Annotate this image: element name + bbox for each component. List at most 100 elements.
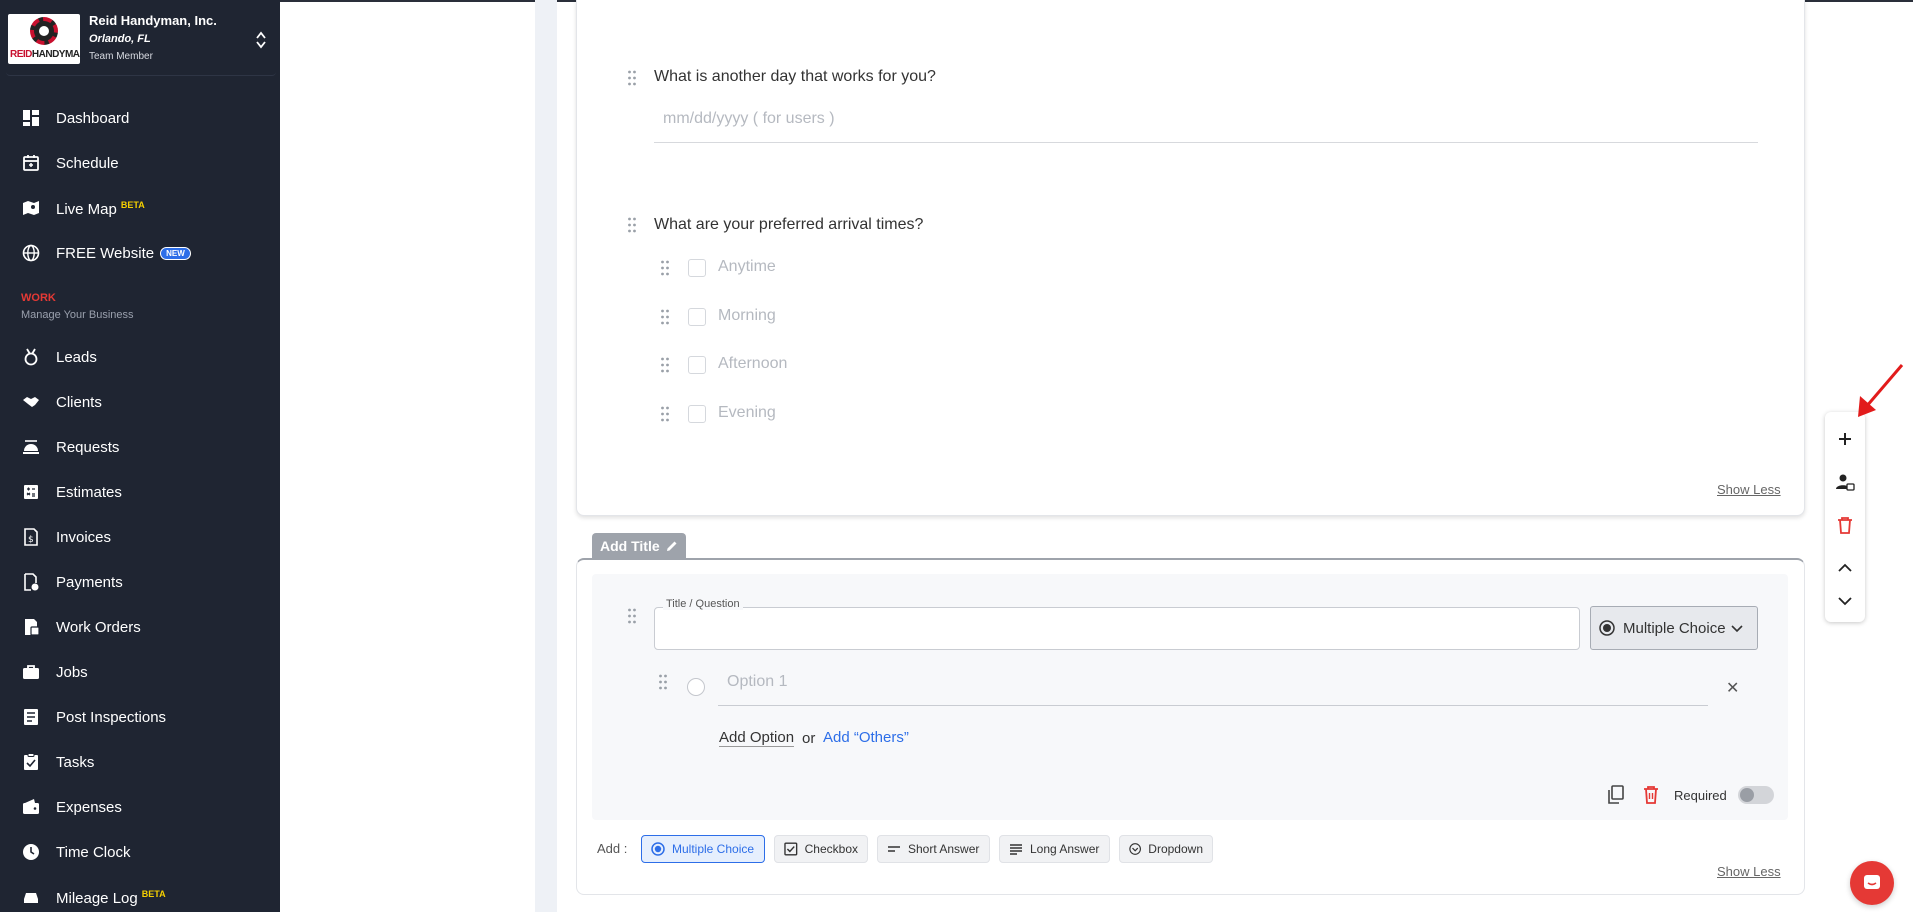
map-icon — [23, 201, 39, 215]
sidebar-item-label: Schedule — [56, 155, 119, 172]
sidebar-item-estimates[interactable]: Estimates — [0, 472, 280, 512]
floating-toolbar — [1825, 412, 1865, 622]
drag-handle-icon[interactable] — [660, 260, 670, 276]
wallet-icon — [23, 799, 39, 814]
option-input-placeholder[interactable]: Option 1 — [727, 673, 787, 691]
sidebar-item-label: FREE Website NEW — [56, 245, 191, 262]
add-checkbox-button[interactable]: Checkbox — [774, 835, 868, 863]
add-bar-label: Add : — [597, 841, 628, 856]
chat-support-button[interactable] — [1850, 861, 1894, 905]
beta-badge: BETA — [141, 889, 166, 899]
sidebar-item-requests[interactable]: Requests — [0, 427, 280, 467]
chevron-down-icon[interactable] — [1835, 591, 1855, 611]
chevron-up-down-icon[interactable] — [256, 30, 266, 50]
sidebar-item-clients[interactable]: Clients — [0, 382, 280, 422]
handshake-icon — [23, 397, 39, 407]
question-title: What is another day that works for you? — [654, 68, 936, 85]
medal-icon — [24, 348, 38, 366]
sidebar-item-post-inspections[interactable]: Post Inspections — [0, 697, 280, 737]
show-less-link[interactable]: Show Less — [1717, 864, 1781, 879]
trash-icon[interactable] — [1642, 785, 1660, 805]
sidebar-item-label: Dashboard — [56, 110, 130, 127]
sidebar-item-work-orders[interactable]: Work Orders — [0, 607, 280, 647]
add-long-answer-button[interactable]: Long Answer — [999, 835, 1110, 863]
required-label: Required — [1674, 788, 1727, 803]
beta-badge: BETA — [120, 200, 145, 210]
company-role: Team Member — [89, 51, 153, 62]
duplicate-icon[interactable] — [1607, 785, 1625, 805]
long-text-icon — [1010, 844, 1022, 855]
sidebar-item-label: Time Clock — [56, 844, 131, 861]
add-others-link[interactable]: Add “Others” — [823, 729, 909, 746]
sidebar-item-expenses[interactable]: Expenses — [0, 787, 280, 827]
question-type-select[interactable]: Multiple Choice — [1590, 606, 1758, 650]
sidebar-item-label: Requests — [56, 439, 120, 456]
add-title-tab[interactable]: Add Title — [592, 533, 686, 558]
sidebar-item-label: Work Orders — [56, 619, 141, 636]
option-label: Anytime — [718, 258, 776, 275]
required-toggle[interactable] — [1738, 786, 1774, 804]
remove-option-icon[interactable]: ✕ — [1726, 678, 1739, 698]
sidebar-item-payments[interactable]: Payments — [0, 562, 280, 602]
show-less-link[interactable]: Show Less — [1717, 482, 1781, 497]
drag-handle-icon[interactable] — [660, 406, 670, 422]
add-title-label: Add Title — [600, 537, 660, 554]
add-option-link[interactable]: Add Option — [719, 729, 795, 747]
drag-handle-icon[interactable] — [627, 217, 637, 233]
calculator-icon — [24, 485, 38, 499]
title-question-input[interactable] — [654, 607, 1580, 650]
option-label: Evening — [718, 404, 776, 421]
date-answer-underline — [654, 142, 1758, 143]
sidebar-item-time-clock[interactable]: Time Clock — [0, 832, 280, 872]
clock-icon — [23, 844, 39, 860]
drag-handle-icon[interactable] — [627, 608, 637, 624]
section-title-work: WORK — [21, 292, 56, 304]
payment-icon — [24, 573, 39, 591]
sidebar-item-free-website[interactable]: FREE Website NEW — [0, 233, 280, 273]
sidebar-item-dashboard[interactable]: Dashboard — [0, 98, 280, 138]
invoice-icon: $ — [24, 528, 38, 546]
drag-handle-icon[interactable] — [658, 674, 668, 690]
sidebar-item-tasks[interactable]: Tasks — [0, 742, 280, 782]
sidebar-item-leads[interactable]: Leads — [0, 337, 280, 377]
sidebar-item-label: Clients — [56, 394, 102, 411]
work-order-icon — [25, 619, 40, 636]
option-radio[interactable] — [687, 678, 705, 696]
add-dropdown-button[interactable]: Dropdown — [1119, 835, 1213, 863]
drag-handle-icon[interactable] — [660, 357, 670, 373]
sidebar-item-label: Payments — [56, 574, 123, 591]
option-checkbox[interactable] — [688, 405, 706, 423]
option-checkbox[interactable] — [688, 259, 706, 277]
add-short-answer-button[interactable]: Short Answer — [877, 835, 990, 863]
sidebar-item-mileage-log[interactable]: Mileage Log BETA — [0, 877, 280, 912]
add-question-icon[interactable] — [1835, 429, 1855, 449]
option-label: Morning — [718, 307, 776, 324]
logo-gear-icon — [30, 17, 58, 45]
sidebar-item-live-map[interactable]: Live Map BETA — [0, 188, 280, 228]
add-multiple-choice-button[interactable]: Multiple Choice — [641, 835, 765, 863]
drag-handle-icon[interactable] — [627, 70, 637, 86]
title-question-label: Title / Question — [663, 598, 743, 610]
radio-icon — [651, 842, 665, 856]
section-subtitle: Manage Your Business — [21, 309, 134, 321]
chevron-up-icon[interactable] — [1835, 558, 1855, 578]
company-switcher[interactable]: REIDHANDYMAN Reid Handyman, Inc. Orlando… — [6, 8, 276, 76]
dashboard-icon — [23, 110, 39, 126]
new-badge: NEW — [160, 247, 191, 260]
drag-handle-icon[interactable] — [660, 309, 670, 325]
sidebar-item-label: Mileage Log BETA — [56, 889, 166, 907]
delete-section-icon[interactable] — [1835, 515, 1855, 535]
concierge-bell-icon — [23, 440, 39, 454]
pencil-icon — [666, 541, 677, 551]
short-text-icon — [888, 846, 900, 852]
option-checkbox[interactable] — [688, 356, 706, 374]
sidebar-item-jobs[interactable]: Jobs — [0, 652, 280, 692]
question-type-value: Multiple Choice — [1623, 619, 1726, 637]
sidebar-item-invoices[interactable]: $ Invoices — [0, 517, 280, 557]
sidebar-item-schedule[interactable]: Schedule — [0, 143, 280, 183]
add-contact-info-icon[interactable] — [1835, 472, 1855, 492]
option-checkbox[interactable] — [688, 308, 706, 326]
sidebar-item-label: Live Map BETA — [56, 200, 145, 218]
company-city: Orlando, FL — [89, 33, 151, 45]
svg-text:$: $ — [28, 535, 34, 545]
